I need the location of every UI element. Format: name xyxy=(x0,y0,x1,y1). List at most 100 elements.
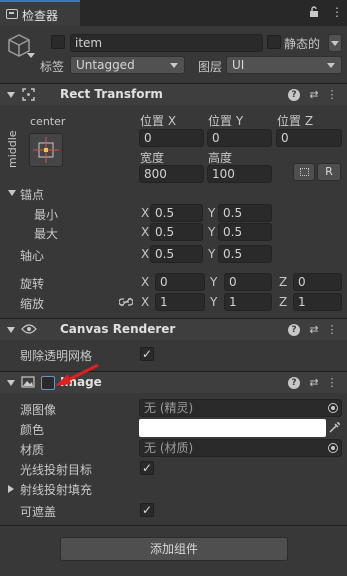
tag-dropdown[interactable]: Untagged xyxy=(70,56,185,74)
scale-z-axis: Z xyxy=(279,295,288,309)
object-picker-icon[interactable] xyxy=(328,443,338,453)
raw-edit-button[interactable]: R xyxy=(317,163,341,181)
width-label: 宽度 xyxy=(140,151,165,165)
rot-z-axis: Z xyxy=(279,275,288,289)
fold-arrow-icon[interactable] xyxy=(7,380,15,386)
component-menu-icon[interactable]: ⋮ xyxy=(326,89,338,101)
material-label: 材质 xyxy=(20,443,45,457)
height-label: 高度 xyxy=(208,151,233,165)
anchors-label: 锚点 xyxy=(20,188,45,202)
raycast-target-checkbox[interactable]: ✓ xyxy=(140,461,154,475)
maskable-checkbox[interactable]: ✓ xyxy=(140,503,154,517)
raycast-padding-label: 射线投射填充 xyxy=(20,483,93,497)
max-x-field[interactable]: 0.5 xyxy=(150,223,203,241)
rot-y-field[interactable]: 0 xyxy=(224,273,272,291)
more-menu-icon[interactable]: ⋮ xyxy=(331,5,343,19)
constrain-proportions-icon[interactable] xyxy=(118,296,134,307)
cull-transparent-checkbox[interactable]: ✓ xyxy=(140,347,154,361)
static-dropdown[interactable] xyxy=(328,34,342,52)
maskable-label: 可遮盖 xyxy=(20,505,57,519)
icon-dropdown-icon[interactable] xyxy=(27,53,35,58)
color-swatch[interactable] xyxy=(139,419,326,437)
pos-z-label: 位置 Z xyxy=(277,114,314,128)
max-y-field[interactable]: 0.5 xyxy=(218,223,272,241)
layer-dropdown[interactable]: UI xyxy=(226,56,342,74)
min-x-field[interactable]: 0.5 xyxy=(150,204,203,222)
rect-transform-icon xyxy=(22,88,35,101)
object-picker-icon[interactable] xyxy=(328,403,338,413)
help-icon[interactable]: ? xyxy=(288,377,300,389)
rotation-label: 旋转 xyxy=(20,277,45,291)
pivot-y-field[interactable]: 0.5 xyxy=(218,245,272,263)
max-label: 最大 xyxy=(34,227,59,241)
source-image-value: 无 (精灵) xyxy=(144,401,194,415)
pos-x-label: 位置 X xyxy=(140,114,177,128)
fold-arrow-icon[interactable] xyxy=(7,327,15,333)
component-title: Rect Transform xyxy=(60,87,163,101)
scale-y-field[interactable]: 1 xyxy=(224,293,272,311)
help-icon[interactable]: ? xyxy=(288,89,300,101)
anchor-h-label: center xyxy=(30,115,66,128)
max-x-axis: X xyxy=(141,225,150,239)
pivot-y-axis: Y xyxy=(208,247,216,261)
scale-label: 缩放 xyxy=(20,297,45,311)
material-field[interactable]: 无 (材质) xyxy=(139,439,342,457)
rot-x-axis: X xyxy=(141,275,150,289)
component-menu-icon[interactable]: ⋮ xyxy=(326,377,338,389)
static-checkbox[interactable] xyxy=(267,35,281,49)
raycast-padding-fold-icon[interactable] xyxy=(8,485,14,493)
component-menu-icon[interactable]: ⋮ xyxy=(326,324,338,336)
inspector-icon xyxy=(6,9,18,19)
min-y-field[interactable]: 0.5 xyxy=(218,204,272,222)
material-value: 无 (材质) xyxy=(144,441,194,455)
max-y-axis: Y xyxy=(208,225,216,239)
pivot-x-axis: X xyxy=(141,247,150,261)
source-image-field[interactable]: 无 (精灵) xyxy=(139,399,342,417)
rot-z-field[interactable]: 0 xyxy=(293,273,342,291)
anchor-presets-button[interactable] xyxy=(29,133,63,167)
preset-sliders-icon[interactable]: ⇄ xyxy=(308,377,320,389)
height-field[interactable]: 100 xyxy=(207,165,272,183)
annotation-arrow-icon xyxy=(52,362,102,388)
active-checkbox[interactable] xyxy=(51,35,65,49)
rot-y-axis: Y xyxy=(210,275,218,289)
min-label: 最小 xyxy=(34,208,59,222)
pos-x-field[interactable]: 0 xyxy=(139,129,204,147)
blueprint-mode-button[interactable] xyxy=(293,163,315,181)
raycast-target-label: 光线投射目标 xyxy=(20,463,93,477)
layer-label: 图层 xyxy=(198,60,223,74)
scale-y-axis: Y xyxy=(210,295,218,309)
blueprint-icon xyxy=(300,168,309,176)
preset-sliders-icon[interactable]: ⇄ xyxy=(308,324,320,336)
eyedropper-icon[interactable] xyxy=(328,421,341,434)
scale-z-field[interactable]: 1 xyxy=(293,293,342,311)
add-component-button[interactable]: 添加组件 xyxy=(60,537,288,561)
tag-value: Untagged xyxy=(76,58,135,72)
fold-arrow-icon[interactable] xyxy=(7,92,15,98)
help-icon[interactable]: ? xyxy=(288,324,300,336)
canvas-renderer-header[interactable]: Canvas Renderer ? ⇄ ⋮ xyxy=(0,318,347,340)
eye-icon xyxy=(21,323,37,335)
color-label: 颜色 xyxy=(20,423,45,437)
image-icon xyxy=(21,376,35,388)
source-image-label: 源图像 xyxy=(20,403,57,417)
min-y-axis: Y xyxy=(208,206,216,220)
divider xyxy=(0,525,347,526)
tab-inspector-label: 检查器 xyxy=(22,9,59,23)
rot-x-field[interactable]: 0 xyxy=(155,273,205,291)
component-title: Canvas Renderer xyxy=(60,322,176,336)
anchors-fold-icon[interactable] xyxy=(8,190,16,196)
anchor-v-label: middle xyxy=(6,130,19,168)
preset-sliders-icon[interactable]: ⇄ xyxy=(308,89,320,101)
pivot-label: 轴心 xyxy=(20,249,45,263)
pivot-x-field[interactable]: 0.5 xyxy=(150,245,203,263)
tag-label: 标签 xyxy=(40,60,65,74)
tab-inspector[interactable]: 检查器 xyxy=(0,0,80,26)
pos-z-field[interactable]: 0 xyxy=(276,129,342,147)
width-field[interactable]: 800 xyxy=(139,165,204,183)
object-name-field[interactable]: item xyxy=(70,34,263,52)
pos-y-field[interactable]: 0 xyxy=(207,129,272,147)
scale-x-field[interactable]: 1 xyxy=(155,293,205,311)
rect-transform-header[interactable]: Rect Transform ? ⇄ ⋮ xyxy=(0,83,347,105)
lock-icon[interactable] xyxy=(309,6,319,18)
